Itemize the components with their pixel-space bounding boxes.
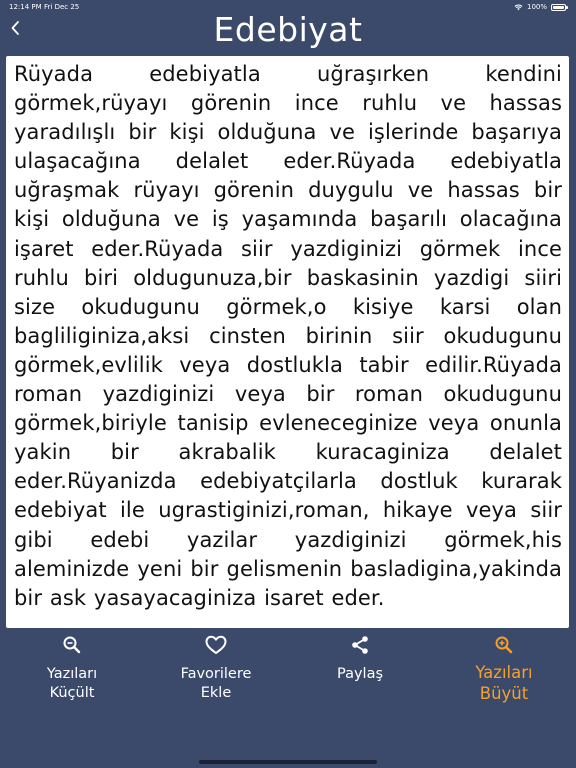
add-favorite-button[interactable]: Favorilere Ekle [144,632,288,712]
share-label: Paylaş [336,666,384,682]
enlarge-text-button[interactable]: Yazıları Büyüt [432,632,576,712]
zoom-out-icon [61,634,83,656]
bottom-toolbar: Yazıları Küçült Favorilere Ekle Paylaş Y… [0,628,576,768]
article-text: Rüyada edebiyatla uğraşırken kendini gör… [14,62,562,610]
share-button[interactable]: Paylaş [288,632,432,712]
heart-icon [205,634,227,656]
zoom-in-icon [493,634,515,656]
navigation-bar: Edebiyat [0,10,576,49]
shrink-text-button[interactable]: Yazıları Küçült [0,632,144,712]
article-content[interactable]: Rüyada edebiyatla uğraşırken kendini gör… [6,56,569,628]
add-favorite-label: Favorilere Ekle [180,666,252,701]
page-title: Edebiyat [213,10,363,49]
home-indicator[interactable] [199,760,377,764]
enlarge-text-label: Yazıları Büyüt [475,663,533,703]
shrink-text-label: Yazıları Küçült [46,666,98,701]
share-icon [349,634,371,656]
